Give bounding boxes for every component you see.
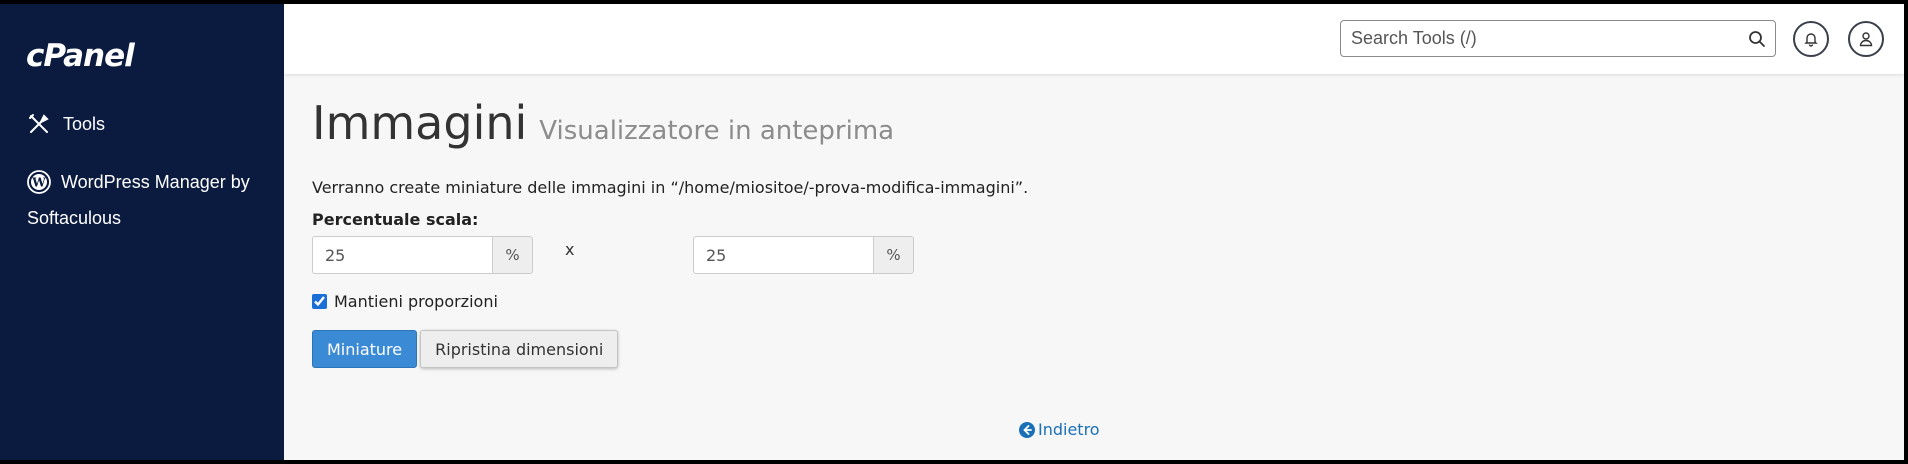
sidebar-item-wordpress-manager[interactable]: W WordPress Manager by <box>27 164 267 200</box>
times-symbol: x <box>565 240 575 259</box>
width-percent-group: % <box>312 236 533 274</box>
top-bar <box>284 4 1904 74</box>
tools-icon <box>29 114 49 133</box>
page-title: Immagini <box>312 96 528 150</box>
percent-addon: % <box>492 236 533 274</box>
sidebar-item-label: Tools <box>63 113 106 134</box>
main-content: Immagini Visualizzatore in anteprima Ver… <box>312 96 1872 439</box>
user-menu-button[interactable] <box>1848 21 1884 57</box>
user-icon <box>1859 32 1873 47</box>
svg-text:W: W <box>31 176 46 190</box>
sidebar-item-label-line2[interactable]: Softaculous <box>27 200 121 236</box>
search-box <box>1340 20 1776 57</box>
keep-proportions-row: Mantieni proporzioni <box>312 292 498 311</box>
sidebar: cPanel Tools W WordPress Manager by Soft… <box>0 4 284 460</box>
back-link[interactable]: Indietro <box>1019 420 1100 439</box>
percent-addon: % <box>873 236 914 274</box>
bell-icon <box>1804 33 1818 47</box>
info-text: Verranno create miniature delle immagini… <box>312 178 1029 197</box>
back-link-label[interactable]: Indietro <box>1038 420 1100 439</box>
cpanel-logo[interactable]: cPanel <box>26 38 135 74</box>
action-buttons: Miniature Ripristina dimensioni <box>312 330 619 368</box>
height-percent-group: % <box>693 236 914 274</box>
page-subtitle: Visualizzatore in anteprima <box>539 116 895 146</box>
reset-dimensions-button[interactable]: Ripristina dimensioni <box>420 330 619 368</box>
notifications-button[interactable] <box>1793 21 1829 57</box>
width-percent-input[interactable] <box>312 236 492 274</box>
sidebar-item-tools[interactable]: Tools <box>27 112 105 136</box>
scale-label: Percentuale scala: <box>312 210 479 229</box>
arrow-circle-left-icon <box>1019 421 1035 438</box>
page-heading: Immagini Visualizzatore in anteprima <box>312 96 1872 150</box>
thumbnail-button[interactable]: Miniature <box>312 330 418 368</box>
keep-proportions-label[interactable]: Mantieni proporzioni <box>334 292 498 311</box>
sidebar-item-label-line1: WordPress Manager by <box>61 172 250 192</box>
wordpress-icon: W <box>27 170 51 194</box>
search-input[interactable] <box>1341 21 1741 56</box>
keep-proportions-checkbox[interactable] <box>312 294 327 309</box>
search-icon[interactable] <box>1747 29 1767 49</box>
app-frame: cPanel Tools W WordPress Manager by Soft… <box>0 4 1904 460</box>
height-percent-input[interactable] <box>693 236 873 274</box>
